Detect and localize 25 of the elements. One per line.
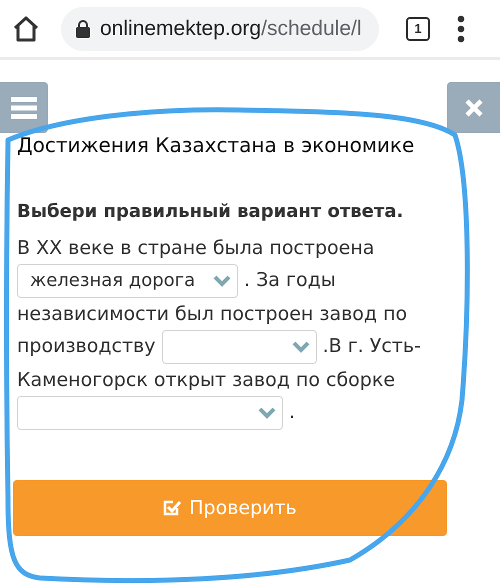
close-icon: [464, 98, 482, 116]
menu-icon: [11, 96, 37, 118]
checkbox-icon: [163, 499, 182, 517]
question-text: независимости был построен завод по: [17, 303, 408, 325]
question-text: Каменогорск открыт завод по сборке: [17, 369, 396, 391]
lock-icon: [76, 20, 90, 38]
menu-icon[interactable]: [457, 14, 465, 42]
chevron-icon: [213, 275, 231, 287]
tab-count[interactable]: 1: [406, 16, 430, 40]
close-button[interactable]: [447, 82, 500, 133]
answer-dropdown[interactable]: [17, 396, 283, 430]
address-field[interactable]: onlinemektep.org/schedule/l: [61, 6, 379, 50]
chevron-icon: [292, 341, 310, 353]
home-icon[interactable]: [12, 14, 40, 42]
question-text: .В г. Усть-: [322, 335, 421, 358]
answer-dropdown[interactable]: [162, 330, 317, 364]
question-text: производству: [17, 335, 156, 358]
question-text: . За годы: [244, 269, 336, 292]
lesson-title: Достижения Казахстана в экономике: [17, 133, 416, 157]
menu-button[interactable]: [0, 82, 48, 133]
instruction-text: Выбери правильный вариант ответа.: [17, 201, 404, 222]
answer-dropdown[interactable]: железная дорога: [17, 264, 238, 298]
chevron-icon: [258, 407, 276, 419]
question-text: .: [289, 401, 296, 424]
question-text: В XX веке в стране была построена: [17, 237, 374, 259]
